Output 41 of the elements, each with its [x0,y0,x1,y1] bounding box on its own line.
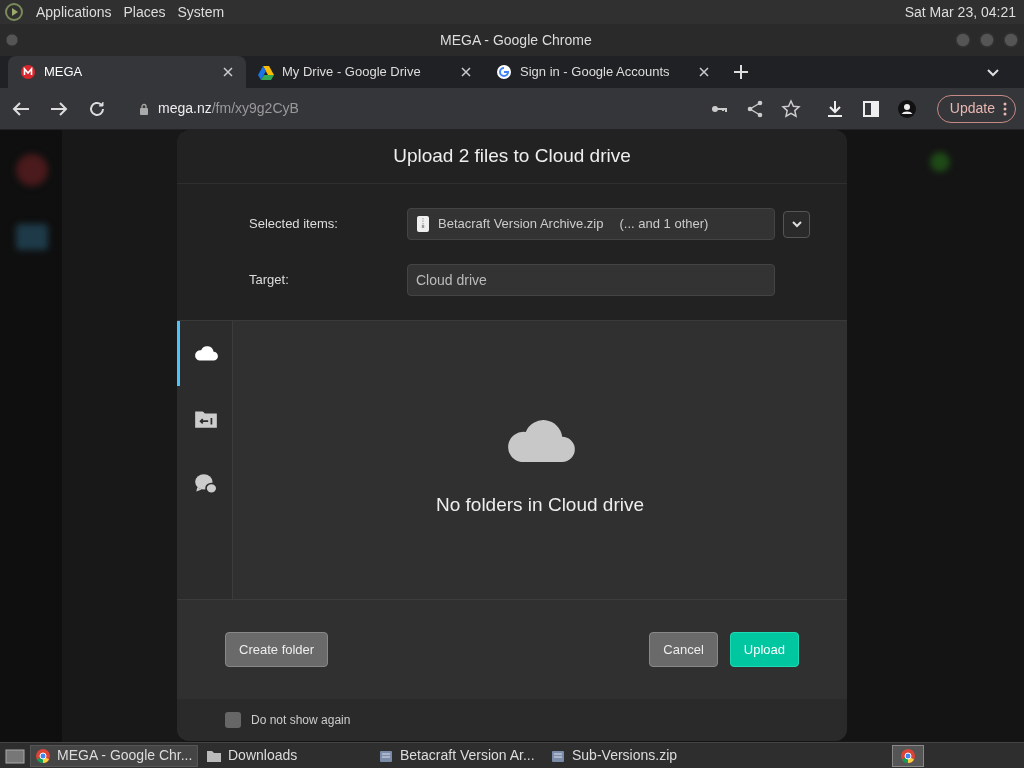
zip-file-icon [416,216,430,232]
more-vertical-icon [1003,101,1007,116]
checkbox[interactable] [225,712,241,728]
side-panel-icon[interactable] [860,98,881,119]
taskbar-item[interactable]: Betacraft Version Ar... [374,744,542,767]
g-logo-icon [496,64,512,80]
blurred-status-drawing [930,152,950,172]
panel-menu[interactable]: Places [123,1,166,23]
taskbar-item[interactable]: Downloads [202,744,370,767]
chevron-down-icon [790,218,803,230]
tray-app-button[interactable] [892,744,924,767]
browser-tab[interactable]: My Drive - Google Drive [246,56,484,88]
field-label: Target: [249,271,290,290]
url-text[interactable]: mega.nz/fm/xy9g2CyB [158,98,299,119]
panel-clock: Sat Mar 23, 04:21 [904,2,1017,22]
cancel-button[interactable]: Cancel [649,632,718,667]
show-desktop-icon[interactable] [4,746,26,765]
target-field[interactable]: Cloud drive [407,264,775,296]
browser-tab[interactable]: Sign in - Google Accounts [484,56,722,88]
panel-menu[interactable]: Applications [36,1,112,23]
blurred-folder-drawing [16,224,48,250]
lock-icon [138,102,150,115]
field-label: Selected items: [249,215,339,234]
empty-message: No folders in Cloud drive [435,493,644,517]
browser-tab[interactable]: MEGA [8,56,246,88]
profile-icon[interactable] [896,98,917,119]
triangle-logo-icon [258,64,274,80]
taskbar-item[interactable]: Sub-Versions.zip [546,744,714,767]
star-icon[interactable] [780,98,801,119]
panel-logo-icon[interactable] [4,2,24,22]
window-title: MEGA - Google Chrome [440,30,592,50]
selected-items-field[interactable]: Betacraft Version Archive.zip (... and 1 other) [407,208,775,240]
taskbar-item[interactable]: MEGA - Google Chr... [30,744,198,767]
create-folder-button[interactable]: Create folder [225,632,329,667]
dialog-title: Upload 2 files to Cloud drive [177,130,847,184]
dropdown-button[interactable] [783,210,810,238]
checkbox-label[interactable]: Do not show again [251,711,351,729]
panel-menu[interactable]: System [177,1,225,23]
chrome-logo-icon [900,747,916,764]
m-logo-icon [20,64,36,80]
chrome-logo-icon [35,747,51,764]
